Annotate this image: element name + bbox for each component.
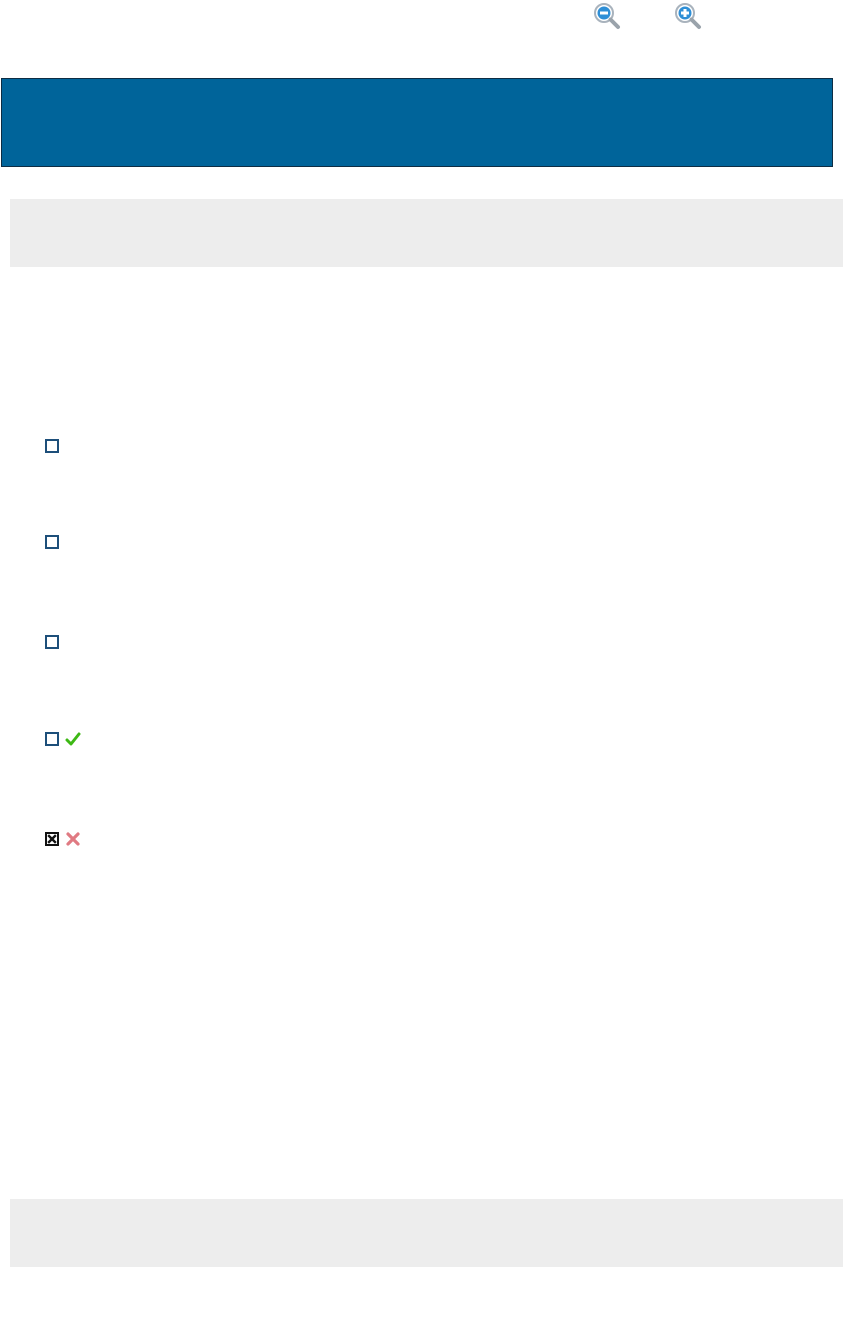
answer-option-5 [45,829,87,849]
answer-option-2 [45,532,65,552]
option-3-checkbox[interactable] [45,635,59,649]
zoom-out-icon [594,3,620,29]
option-1-checkbox[interactable] [45,439,59,453]
question-bar [10,199,843,267]
option-4-checkbox[interactable] [45,732,59,746]
option-2-checkbox[interactable] [45,535,59,549]
answer-option-4 [45,729,87,749]
zoom-out-button[interactable] [591,0,623,34]
check-icon [65,732,81,746]
zoom-in-icon [675,3,701,29]
answer-option-3 [45,632,65,652]
option-5-checkbox[interactable] [45,832,59,846]
cross-icon [66,832,80,846]
footer-bar [10,1199,843,1267]
checkbox-x-mark-icon [47,834,57,844]
header-banner [1,78,833,167]
answer-option-1 [45,436,65,456]
zoom-in-button[interactable] [672,0,704,34]
